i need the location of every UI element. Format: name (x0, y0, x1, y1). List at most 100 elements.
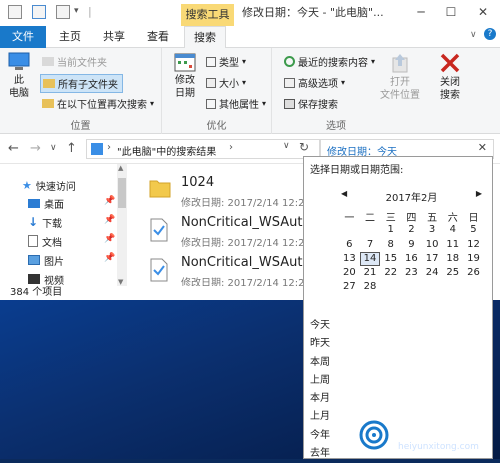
calendar-day[interactable]: 23 (401, 266, 422, 280)
weekday-header: 二 (365, 213, 376, 224)
address-dropdown-icon[interactable]: ∨ (283, 141, 290, 151)
pin-icon[interactable]: 📌 (104, 234, 115, 244)
file-row[interactable]: 1024 修改日期: 2017/2/14 12:29 (135, 172, 305, 212)
type-button[interactable]: 类型 ▾ (206, 54, 246, 69)
address-box[interactable]: › "此电脑"中的搜索结果 › ∨ ↻ (86, 139, 320, 159)
maximize-button[interactable]: ☐ (438, 0, 464, 26)
close-search-button[interactable]: 关闭 搜索 (430, 52, 470, 102)
ribbon-collapse-icon[interactable]: ∨ (470, 30, 477, 40)
date-range-option[interactable]: 本周 (310, 354, 330, 372)
calendar-day[interactable]: 13 (339, 252, 360, 266)
calendar-day[interactable]: 4 (442, 223, 463, 237)
nav-item-label: 视频 (44, 275, 64, 287)
search-again-button[interactable]: 在以下位置再次搜索 ▾ (42, 96, 154, 111)
nav-item-desktop[interactable]: 桌面 (28, 194, 64, 212)
title-bar: ▾ | 搜索工具 修改日期：今天 - "此电脑"... ─ ☐ ✕ (0, 0, 500, 26)
refresh-icon[interactable]: ↻ (299, 140, 309, 154)
all-subfolders-button[interactable]: 所有子文件夹 (40, 74, 123, 93)
calendar-day[interactable]: 18 (442, 252, 463, 266)
save-search-button[interactable]: 保存搜索 (284, 96, 338, 111)
app-icon (8, 5, 22, 19)
nav-item-pictures[interactable]: 图片 (28, 251, 64, 269)
calendar-header: ◀ 2017年2月 ▶ (339, 187, 484, 204)
file-row[interactable]: NonCritical_WSAuto 修改日期: 2017/2/14 12:28 (135, 252, 305, 286)
tab-view[interactable]: 查看 (140, 26, 176, 48)
date-modified-button[interactable]: 修改 日期 (168, 52, 202, 100)
pin-icon[interactable]: 📌 (104, 253, 115, 263)
recent-searches-button[interactable]: 最近的搜索内容 ▾ (284, 54, 375, 69)
tab-home[interactable]: 主页 (52, 26, 88, 48)
forward-arrow-icon[interactable]: → (30, 141, 41, 156)
calendar-day[interactable]: 9 (401, 238, 422, 252)
calendar-day[interactable]: 25 (442, 266, 463, 280)
scroll-down-icon[interactable]: ▼ (118, 278, 123, 286)
quick-access-dropdown-icon[interactable]: ▾ (74, 6, 79, 16)
nav-item-quick-access[interactable]: ★ 快速访问 (22, 176, 76, 194)
calendar-day[interactable]: 2 (401, 223, 422, 237)
tab-share[interactable]: 共享 (96, 26, 132, 48)
open-file-location-button[interactable]: 打开 文件位置 (378, 52, 422, 102)
ribbon: 此 电脑 当前文件夹 所有子文件夹 在以下位置再次搜索 ▾ 位置 修改 日期 类… (0, 48, 500, 134)
calendar-day[interactable]: 27 (339, 280, 360, 294)
calendar-day[interactable]: 12 (463, 238, 484, 252)
date-range-option[interactable]: 本月 (310, 390, 330, 408)
nav-item-downloads[interactable]: ↓ 下载 (28, 213, 62, 231)
calendar-day[interactable]: 10 (422, 238, 443, 252)
calendar-day[interactable]: 3 (422, 223, 443, 237)
calendar-day[interactable]: 8 (380, 238, 401, 252)
advanced-options-button[interactable]: 高级选项 ▾ (284, 75, 345, 90)
next-month-icon[interactable]: ▶ (476, 189, 482, 198)
calendar-day[interactable]: 5 (463, 223, 484, 237)
date-range-option[interactable]: 昨天 (310, 335, 330, 353)
calendar-day[interactable]: 24 (422, 266, 443, 280)
folder-icon (42, 57, 54, 66)
calendar-day[interactable]: 11 (442, 238, 463, 252)
tab-file[interactable]: 文件 (0, 26, 46, 48)
file-row[interactable]: NonCritical_WSAuto 修改日期: 2017/2/14 12:28 (135, 212, 305, 252)
other-properties-button[interactable]: 其他属性 ▾ (206, 96, 266, 111)
calendar-day[interactable]: 19 (463, 252, 484, 266)
pin-icon[interactable]: 📌 (104, 215, 115, 225)
properties-icon[interactable] (32, 5, 46, 19)
up-arrow-icon[interactable]: ↑ (66, 141, 77, 156)
nav-scrollbar[interactable]: ▲ ▼ (117, 164, 127, 286)
date-range-option[interactable]: 今天 (310, 317, 330, 335)
date-range-option[interactable]: 上周 (310, 372, 330, 390)
current-folder-button[interactable]: 当前文件夹 (42, 54, 107, 69)
nav-item-label: 图片 (44, 256, 64, 268)
this-pc-button[interactable]: 此 电脑 (4, 52, 34, 100)
calendar-day[interactable]: 6 (339, 238, 360, 252)
back-arrow-icon[interactable]: ← (8, 141, 19, 156)
date-range-option[interactable]: 去年 (310, 445, 330, 463)
calendar-day[interactable]: 26 (463, 266, 484, 280)
minimize-button[interactable]: ─ (408, 0, 434, 26)
size-button[interactable]: 大小 ▾ (206, 75, 246, 90)
calendar-day[interactable]: 7 (360, 238, 381, 252)
scroll-up-icon[interactable]: ▲ (118, 164, 123, 172)
recent-locations-icon[interactable]: ∨ (50, 143, 57, 153)
calendar-day[interactable]: 20 (339, 266, 360, 280)
date-range-option[interactable]: 上月 (310, 408, 330, 426)
nav-scrollbar-thumb[interactable] (118, 178, 126, 208)
close-search-icon (439, 52, 461, 74)
calendar-day[interactable]: 15 (380, 252, 401, 266)
calendar-day[interactable]: 17 (422, 252, 443, 266)
calendar-day[interactable]: 1 (380, 223, 401, 237)
tab-search[interactable]: 搜索 (184, 26, 226, 49)
clear-search-icon[interactable]: ✕ (478, 141, 487, 154)
new-folder-icon[interactable] (56, 5, 70, 19)
close-window-button[interactable]: ✕ (470, 0, 496, 26)
calendar-day[interactable]: 22 (380, 266, 401, 280)
calendar-day[interactable]: 21 (360, 266, 381, 280)
calendar-day[interactable]: 28 (360, 280, 381, 294)
nav-item-documents[interactable]: 文档 (28, 232, 62, 250)
help-icon[interactable]: ? (484, 28, 496, 40)
pin-icon[interactable]: 📌 (104, 196, 115, 206)
calendar-day[interactable]: 16 (401, 252, 422, 266)
calendar-day-selected[interactable]: 14 (359, 251, 381, 267)
type-label: 类型 (219, 58, 239, 69)
file-icon (150, 218, 168, 242)
date-range-option[interactable]: 今年 (310, 427, 330, 445)
group-refine: 修改 日期 类型 ▾ 大小 ▾ 其他属性 ▾ 优化 (162, 48, 272, 134)
document-icon (28, 235, 38, 247)
